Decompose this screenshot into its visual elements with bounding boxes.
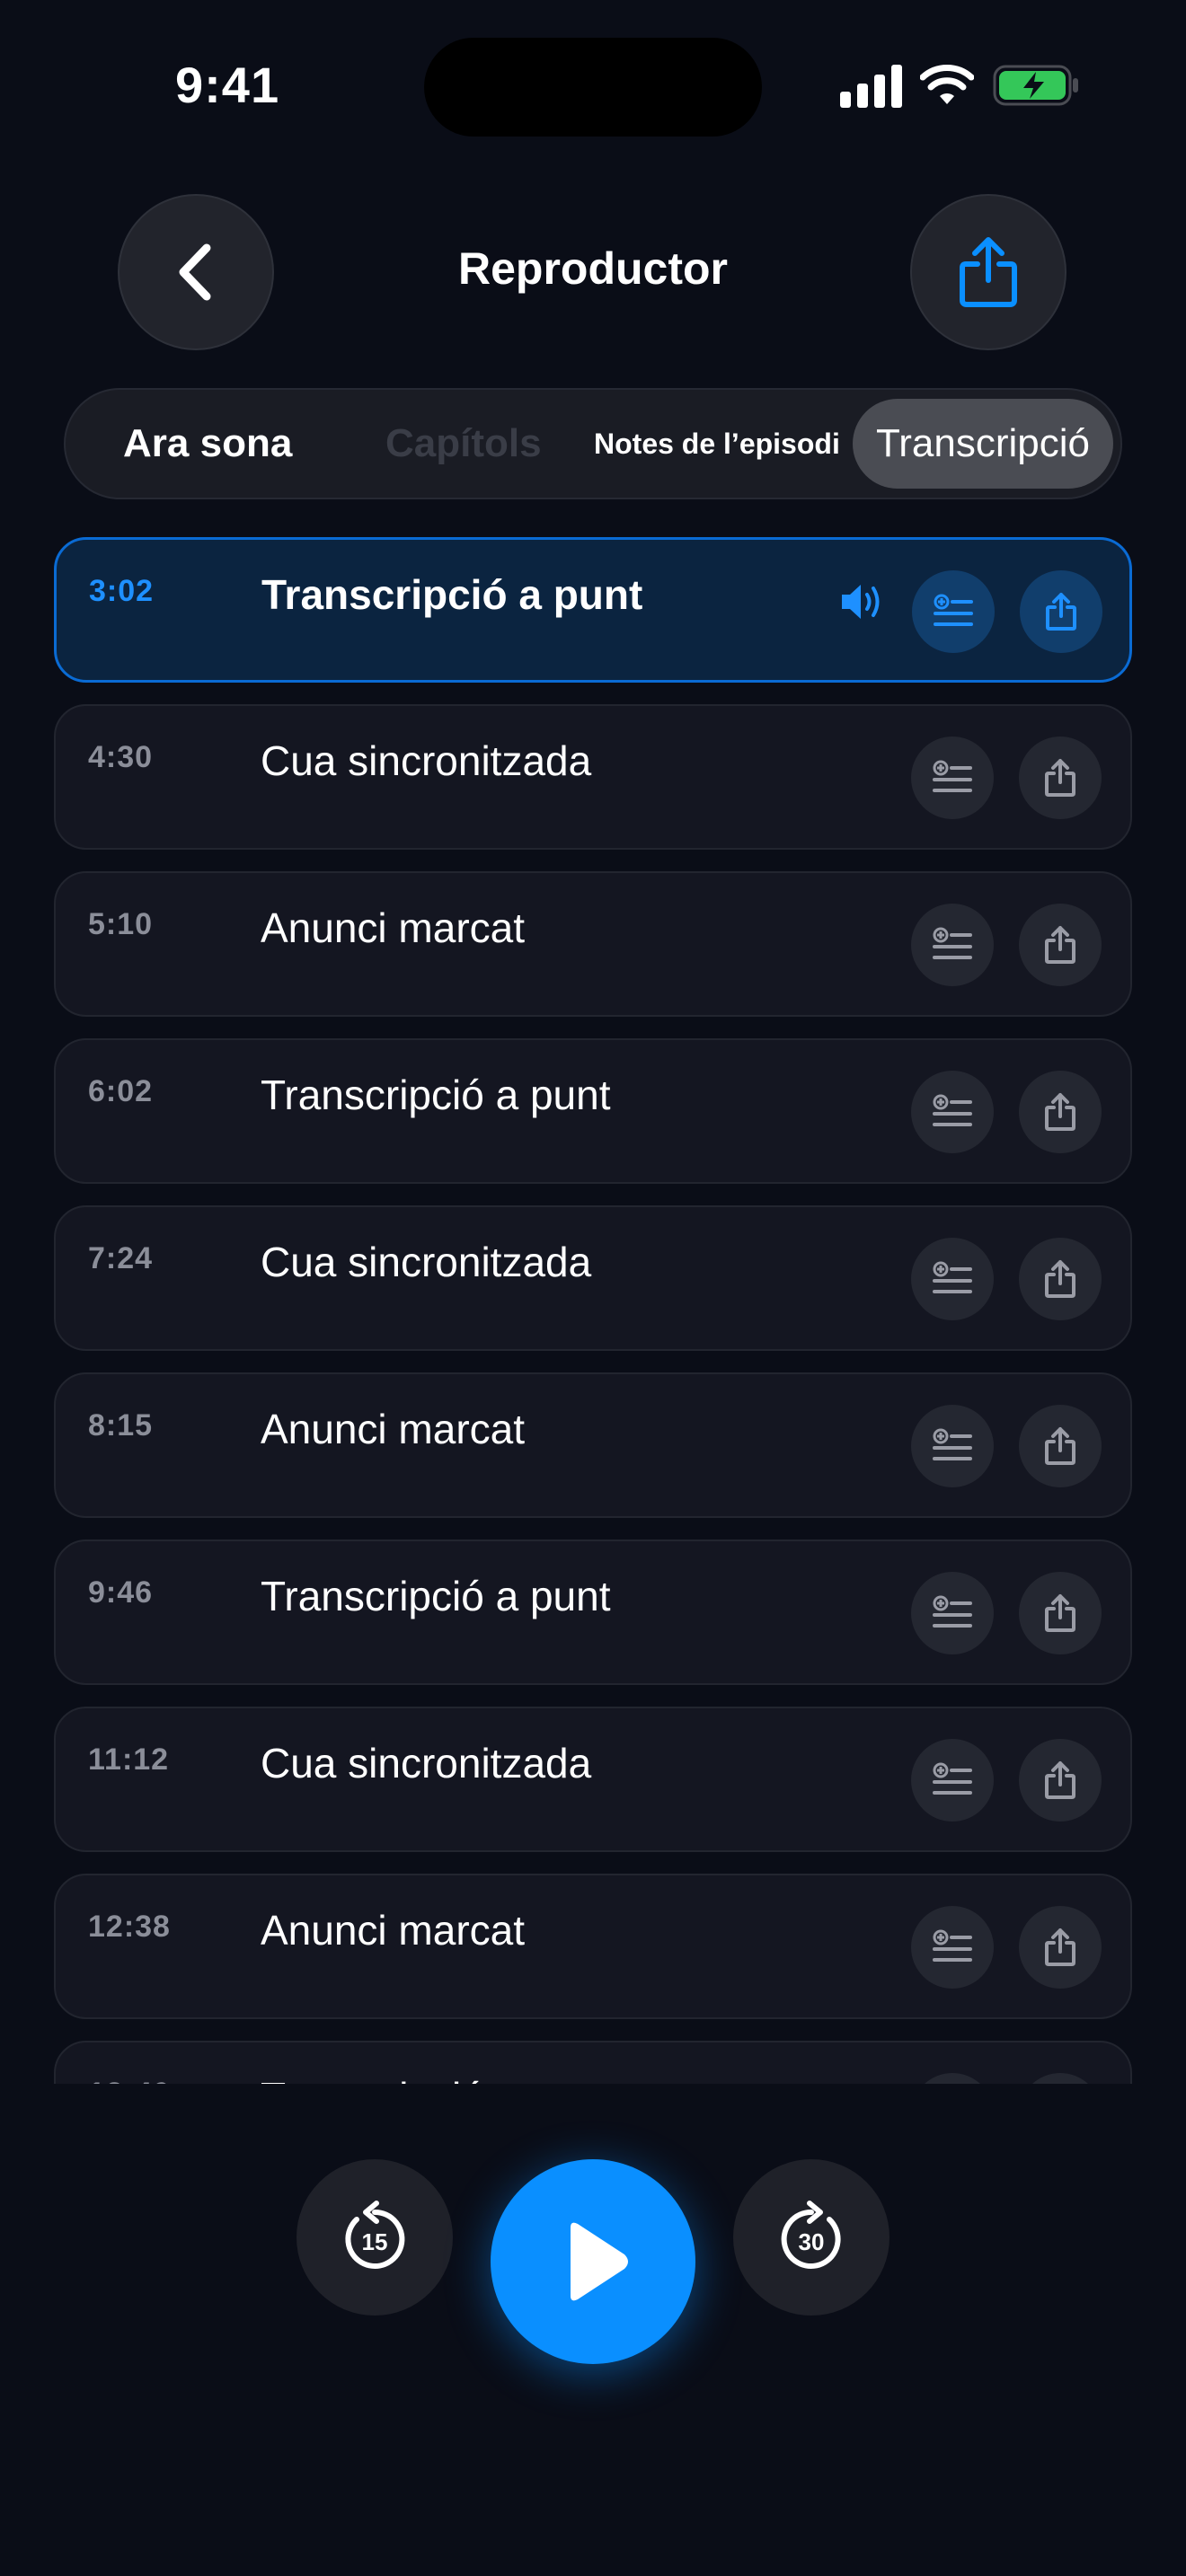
segment-time: 6:02 xyxy=(88,1074,154,1108)
play-button[interactable] xyxy=(491,2159,695,2364)
share-segment-button[interactable] xyxy=(1019,904,1102,986)
add-to-notes-button[interactable] xyxy=(911,1572,994,1654)
wifi-icon xyxy=(920,65,974,104)
tab-now-playing[interactable]: Ara sona xyxy=(123,390,292,498)
add-to-notes-button[interactable] xyxy=(911,1405,994,1487)
share-segment-button[interactable] xyxy=(1019,1071,1102,1153)
list-add-icon xyxy=(933,927,972,959)
transcript-list[interactable]: 3:02 Transcripció a punt 4:30 Cua sincro… xyxy=(54,537,1132,2084)
share-icon xyxy=(1045,1594,1075,1632)
share-segment-button[interactable] xyxy=(1019,1739,1102,1822)
transcript-row[interactable]: 5:10 Anunci marcat xyxy=(54,871,1132,1017)
share-icon xyxy=(1045,759,1075,797)
list-add-icon xyxy=(934,594,973,626)
add-to-notes-button[interactable] xyxy=(911,737,994,819)
add-to-notes-button[interactable] xyxy=(911,1739,994,1822)
segment-time: 11:12 xyxy=(88,1742,170,1777)
tab-transcript[interactable]: Transcripció xyxy=(853,399,1113,489)
dynamic-island xyxy=(424,38,762,137)
share-icon xyxy=(1045,1761,1075,1799)
skip-forward-seconds: 30 xyxy=(799,2228,825,2255)
segment-title: Anunci marcat xyxy=(261,1907,526,1954)
cellular-signal-icon xyxy=(840,65,902,108)
segment-title: Anunci marcat xyxy=(261,904,526,951)
share-icon xyxy=(960,237,1017,307)
transcript-row[interactable]: 6:02 Transcripció a punt xyxy=(54,1038,1132,1184)
segment-time: 8:15 xyxy=(88,1408,154,1442)
segment-time: 7:24 xyxy=(88,1241,154,1275)
list-add-icon xyxy=(933,1762,972,1795)
share-segment-button[interactable] xyxy=(1019,1906,1102,1989)
segment-title: Transcripció a punt xyxy=(261,571,643,618)
share-icon xyxy=(1046,593,1076,631)
transcript-row[interactable]: 13:40 Transcripció a punt xyxy=(54,2041,1132,2084)
share-segment-button[interactable] xyxy=(1019,1405,1102,1487)
add-to-notes-button[interactable] xyxy=(911,1238,994,1320)
list-add-icon xyxy=(933,760,972,792)
list-add-icon xyxy=(933,1929,972,1962)
segment-time: 3:02 xyxy=(89,574,155,608)
transcript-row[interactable]: 8:15 Anunci marcat xyxy=(54,1372,1132,1518)
skip-forward-button[interactable]: 30 xyxy=(733,2159,890,2316)
segment-time: 12:38 xyxy=(88,1910,171,1944)
segment-time: 13:40 xyxy=(88,2077,171,2084)
add-to-notes-button[interactable] xyxy=(911,2073,994,2084)
segment-title: Transcripció a punt xyxy=(261,1573,611,1619)
share-segment-button[interactable] xyxy=(1020,570,1102,653)
share-button[interactable] xyxy=(910,194,1067,350)
share-icon xyxy=(1045,1093,1075,1131)
share-segment-button[interactable] xyxy=(1019,1572,1102,1654)
add-to-notes-button[interactable] xyxy=(911,904,994,986)
segment-title: Transcripció a punt xyxy=(261,2073,610,2084)
speaker-playing-icon xyxy=(842,585,880,619)
add-to-notes-button[interactable] xyxy=(911,1906,994,1989)
status-bar: 9:41 xyxy=(0,0,1186,137)
transcript-row[interactable]: 12:38 Anunci marcat xyxy=(54,1874,1132,2019)
skip-back-button[interactable]: 15 xyxy=(296,2159,453,2316)
segment-title: Cua sincronitzada xyxy=(261,1239,592,1285)
share-icon xyxy=(1045,1260,1075,1298)
share-icon xyxy=(1045,1928,1075,1966)
play-icon xyxy=(571,2222,628,2301)
segment-title: Cua sincronitzada xyxy=(261,1740,592,1786)
battery-charging-icon xyxy=(993,65,1078,106)
list-add-icon xyxy=(933,1428,972,1460)
share-icon xyxy=(1045,926,1075,964)
segment-tabs: Ara sona Capítols Notes de l’episodi Tra… xyxy=(64,388,1122,499)
share-segment-button[interactable] xyxy=(1019,1238,1102,1320)
transcript-row[interactable]: 9:46 Transcripció a punt xyxy=(54,1539,1132,1685)
segment-time: 4:30 xyxy=(88,740,154,774)
status-time: 9:41 xyxy=(175,57,280,113)
transcript-row[interactable]: 3:02 Transcripció a punt xyxy=(54,537,1132,683)
skip-forward-icon: 30 xyxy=(781,2201,841,2269)
skip-back-icon: 15 xyxy=(345,2201,405,2269)
segment-title: Transcripció a punt xyxy=(261,1072,611,1118)
list-add-icon xyxy=(933,1094,972,1126)
segment-time: 9:46 xyxy=(88,1575,154,1610)
transcript-row[interactable]: 7:24 Cua sincronitzada xyxy=(54,1205,1132,1351)
list-add-icon xyxy=(933,1595,972,1628)
share-icon xyxy=(1045,1427,1075,1465)
share-segment-button[interactable] xyxy=(1019,2073,1102,2084)
transcript-row[interactable]: 4:30 Cua sincronitzada xyxy=(54,704,1132,850)
add-to-notes-button[interactable] xyxy=(912,570,995,653)
tab-chapters[interactable]: Capítols xyxy=(385,390,542,498)
segment-time: 5:10 xyxy=(88,907,154,941)
share-segment-button[interactable] xyxy=(1019,737,1102,819)
segment-title: Cua sincronitzada xyxy=(261,737,592,784)
skip-back-seconds: 15 xyxy=(362,2228,388,2255)
add-to-notes-button[interactable] xyxy=(911,1071,994,1153)
list-add-icon xyxy=(933,1261,972,1293)
segment-title: Anunci marcat xyxy=(261,1406,526,1452)
transcript-row[interactable]: 11:12 Cua sincronitzada xyxy=(54,1707,1132,1852)
